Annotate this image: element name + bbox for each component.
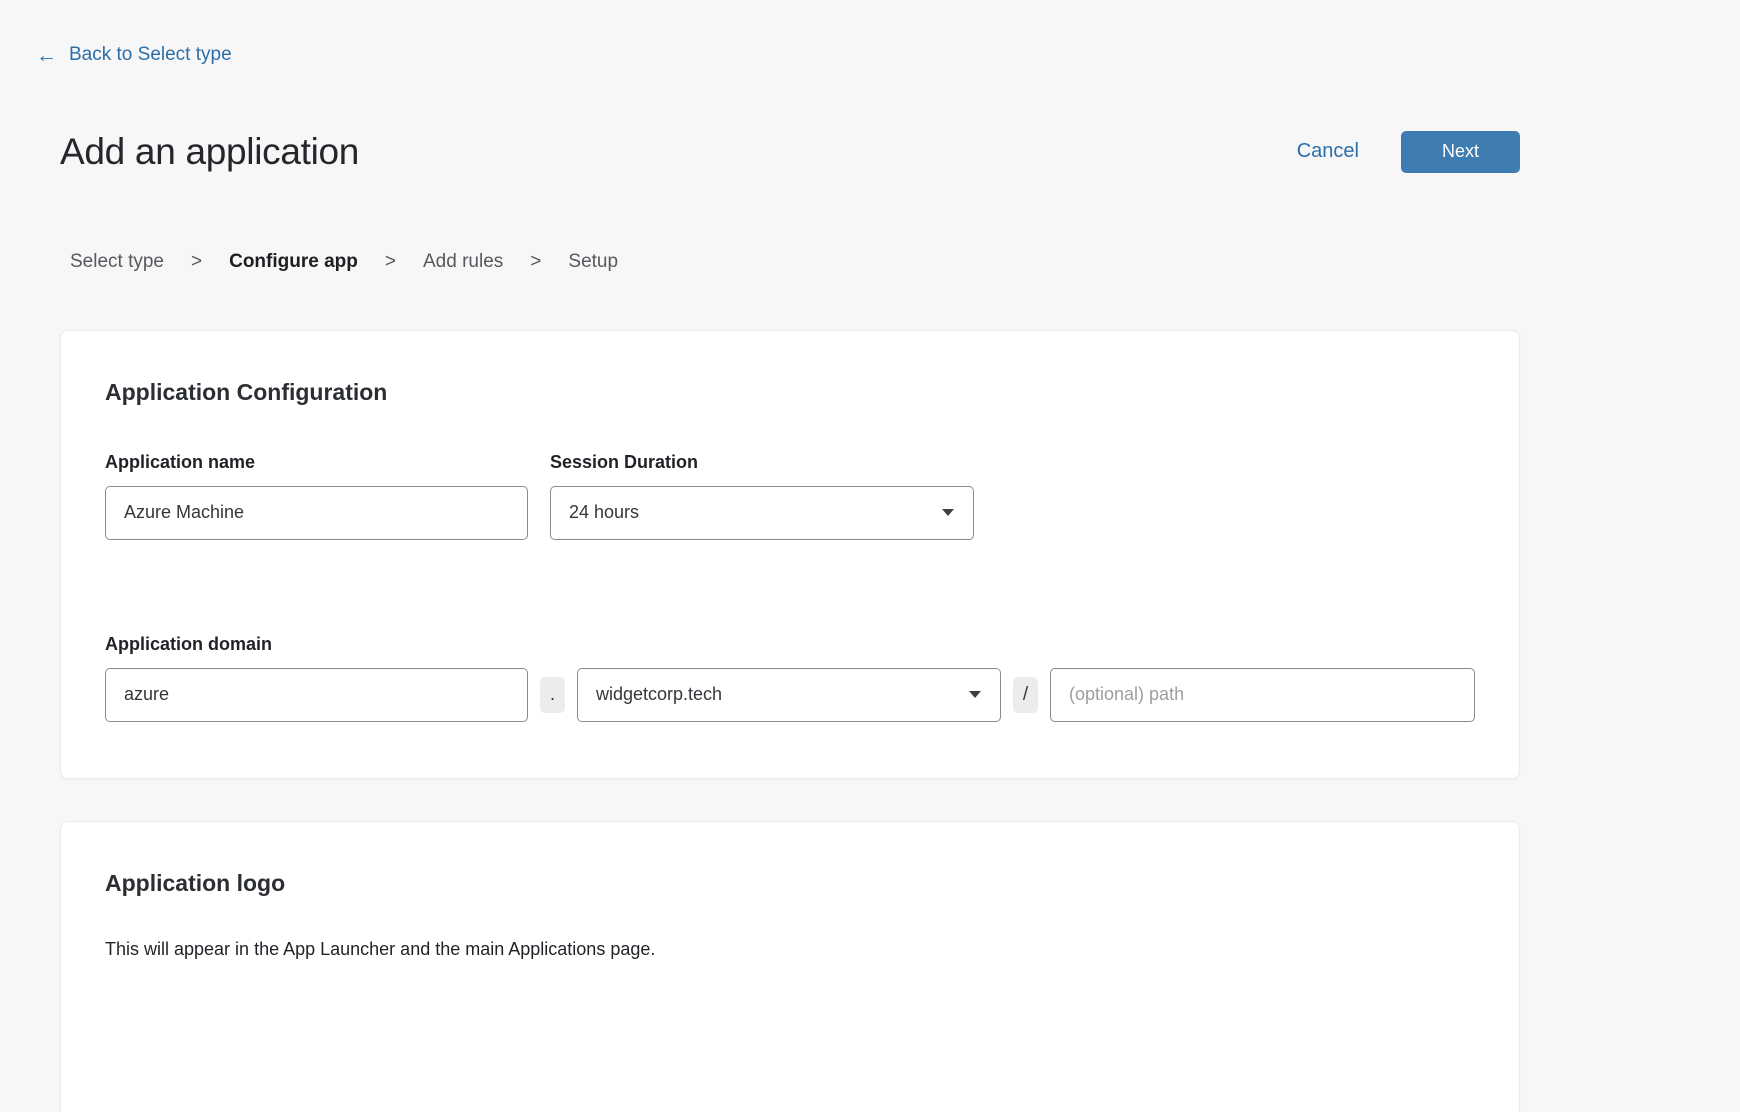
application-logo-description: This will appear in the App Launcher and… [105, 939, 1475, 960]
back-arrow-icon: ← [36, 45, 57, 66]
back-link-label: Back to Select type [69, 44, 232, 66]
header-actions: Cancel Next [1297, 131, 1520, 173]
session-duration-select[interactable]: 24 hours [550, 486, 974, 540]
application-domain-field: Application domain . widgetcorp.tech / [105, 634, 1475, 722]
back-link[interactable]: ← Back to Select type [36, 44, 232, 66]
application-configuration-card: Application Configuration Application na… [60, 330, 1520, 779]
domain-select[interactable]: widgetcorp.tech [577, 668, 1001, 722]
session-duration-value: 24 hours [569, 502, 639, 523]
breadcrumb-item-select-type[interactable]: Select type [70, 251, 164, 273]
application-configuration-title: Application Configuration [105, 379, 1475, 406]
page-title: Add an application [60, 131, 359, 173]
dot-separator: . [540, 677, 565, 713]
application-name-input[interactable] [105, 486, 528, 540]
name-duration-row: Application name Session Duration 24 hou… [105, 452, 1475, 540]
chevron-down-icon [941, 508, 955, 517]
breadcrumb-separator: > [530, 251, 541, 273]
breadcrumb-separator: > [191, 251, 202, 273]
breadcrumb-item-setup: Setup [568, 251, 618, 273]
next-button[interactable]: Next [1401, 131, 1520, 173]
application-logo-card: Application logo This will appear in the… [60, 821, 1520, 1112]
subdomain-input[interactable] [105, 668, 528, 722]
breadcrumb-item-configure-app: Configure app [229, 251, 358, 273]
breadcrumb-separator: > [385, 251, 396, 273]
domain-select-value: widgetcorp.tech [596, 684, 722, 705]
application-domain-row: . widgetcorp.tech / [105, 668, 1475, 722]
path-input[interactable] [1050, 668, 1475, 722]
application-logo-title: Application logo [105, 870, 1475, 897]
cancel-button[interactable]: Cancel [1297, 140, 1359, 163]
session-duration-field: Session Duration 24 hours [550, 452, 974, 540]
application-name-field: Application name [105, 452, 528, 540]
page-header: Add an application Cancel Next [60, 131, 1520, 173]
session-duration-label: Session Duration [550, 452, 974, 473]
breadcrumb-item-add-rules: Add rules [423, 251, 503, 273]
breadcrumb: Select type > Configure app > Add rules … [70, 251, 1520, 273]
application-domain-label: Application domain [105, 634, 272, 654]
page-container: Add an application Cancel Next Select ty… [60, 131, 1520, 1112]
application-name-label: Application name [105, 452, 528, 473]
chevron-down-icon [968, 690, 982, 699]
slash-separator: / [1013, 677, 1038, 713]
